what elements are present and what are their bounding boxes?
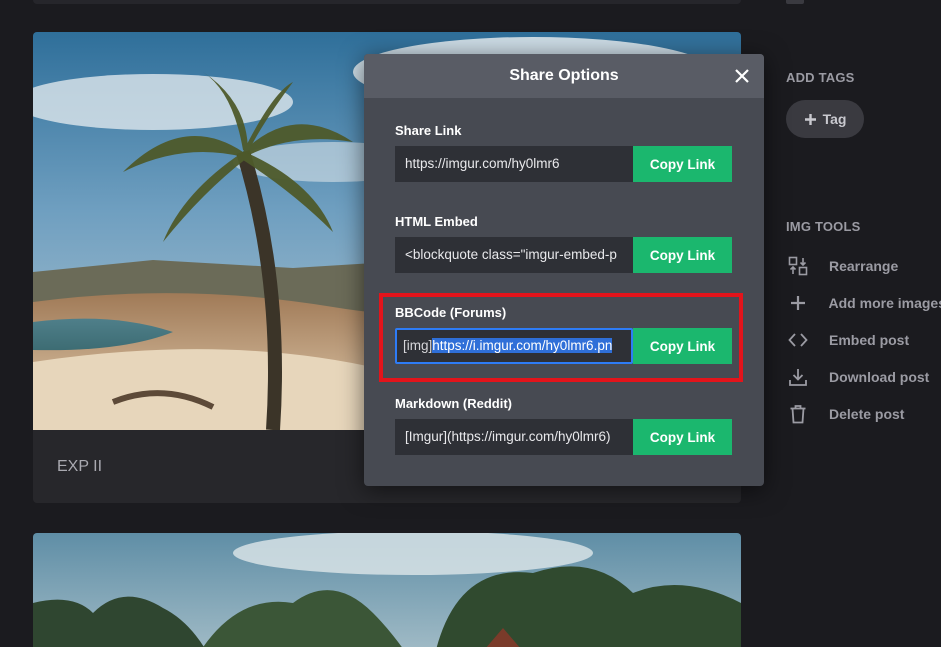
img-tools-heading: IMG TOOLS [786, 219, 861, 234]
bbcode-value-prefix: [img] [403, 338, 433, 353]
tool-label: Delete post [829, 406, 905, 422]
tool-label: Add more images [828, 295, 941, 311]
trash-icon [786, 402, 810, 426]
tool-label: Embed post [829, 332, 910, 348]
html-embed-field[interactable]: <blockquote class="imgur-embed-p [395, 237, 633, 273]
post-title: EXP II [57, 458, 103, 475]
post-sidebar: ADD TAGS Tag IMG TOOLS Rearrange Add mor… [786, 0, 941, 647]
tool-embed-post[interactable]: Embed post [786, 328, 941, 352]
bbcode-selected-text: https://i.imgur.com/hy0lmr6.pn [432, 338, 613, 353]
copy-markdown-button[interactable]: Copy Link [633, 419, 732, 455]
close-button[interactable] [732, 66, 752, 86]
bbcode-label: BBCode (Forums) [395, 305, 507, 320]
rearrange-icon [786, 254, 810, 278]
tool-delete-post[interactable]: Delete post [786, 402, 941, 426]
bbcode-field[interactable]: [img]https://i.imgur.com/hy0lmr6.pn [395, 328, 633, 364]
bbcode-row: [img]https://i.imgur.com/hy0lmr6.pn Copy… [395, 328, 732, 364]
post-card [33, 533, 741, 647]
download-icon [786, 365, 810, 389]
copy-share-link-button[interactable]: Copy Link [633, 146, 732, 182]
add-tags-heading: ADD TAGS [786, 70, 855, 85]
add-tag-button[interactable]: Tag [786, 100, 864, 138]
tag-button-label: Tag [822, 111, 847, 127]
tool-add-images[interactable]: Add more images [786, 291, 941, 315]
share-link-row: https://imgur.com/hy0lmr6 Copy Link [395, 146, 732, 182]
previous-post-card-edge [33, 0, 741, 4]
plus-icon [804, 113, 817, 126]
tool-download-post[interactable]: Download post [786, 365, 941, 389]
share-link-label: Share Link [395, 123, 462, 138]
code-icon [786, 328, 810, 352]
markdown-field[interactable]: [Imgur](https://imgur.com/hy0lmr6) [395, 419, 633, 455]
close-icon [734, 68, 750, 84]
tool-label: Rearrange [829, 258, 899, 274]
modal-header: Share Options [364, 54, 764, 98]
share-link-field[interactable]: https://imgur.com/hy0lmr6 [395, 146, 633, 182]
share-options-modal: Share Options Share Link https://imgur.c… [364, 54, 764, 486]
html-embed-label: HTML Embed [395, 214, 478, 229]
copy-html-embed-button[interactable]: Copy Link [633, 237, 732, 273]
html-embed-row: <blockquote class="imgur-embed-p Copy Li… [395, 237, 732, 273]
forest-image[interactable] [33, 533, 741, 647]
tool-rearrange[interactable]: Rearrange [786, 254, 941, 278]
modal-title: Share Options [509, 67, 619, 84]
markdown-row: [Imgur](https://imgur.com/hy0lmr6) Copy … [395, 419, 732, 455]
plus-icon [786, 291, 810, 315]
markdown-label: Markdown (Reddit) [395, 396, 512, 411]
copy-bbcode-button[interactable]: Copy Link [633, 328, 732, 364]
tool-label: Download post [829, 369, 930, 385]
